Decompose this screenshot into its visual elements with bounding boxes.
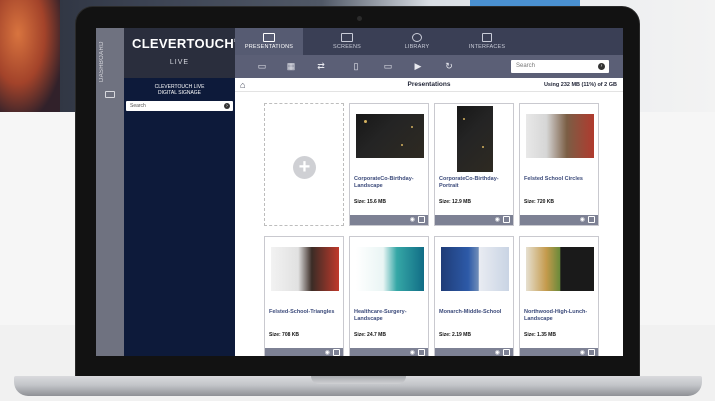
presentation-size: Size: 708 KB <box>269 332 300 338</box>
interfaces-icon <box>482 33 492 42</box>
preview-icon[interactable]: ◉ <box>410 217 415 223</box>
presentation-name[interactable]: Healthcare-Surgery-Landscape <box>354 309 428 322</box>
presentation-card[interactable]: Felsted-School-Triangles Size: 708 KB ◉ <box>264 236 344 356</box>
video-icon[interactable]: ▶ <box>413 62 423 71</box>
presentation-card[interactable]: Northwood-High-Lunch-Landscape Size: 1.3… <box>519 236 599 356</box>
presentation-card[interactable]: CorporateCo-Birthday-Landscape Size: 15.… <box>349 103 429 226</box>
edit-icon[interactable] <box>588 216 595 223</box>
tab-label: LIBRARY <box>404 44 430 50</box>
toolbar: ▭ ▦ ⇄ ▯ ▭ ▶ ↻ Search › <box>235 55 623 78</box>
presentation-thumbnail <box>356 247 424 291</box>
main-content: ⌂ Presentations Using 232 MB (11%) of 2 … <box>235 78 623 356</box>
card-footer: ◉ <box>350 215 428 225</box>
preview-icon[interactable]: ◉ <box>580 350 585 356</box>
webcam-icon <box>357 16 362 21</box>
preview-icon[interactable]: ◉ <box>495 350 500 356</box>
app-screen: DASHBOARD CLEVERTOUCH® LIVE CLEVERTOUCH … <box>96 28 623 356</box>
tab-presentations[interactable]: PRESENTATIONS <box>235 28 303 55</box>
presentation-name[interactable]: CorporateCo-Birthday-Landscape <box>354 176 428 189</box>
brand-logo: CLEVERTOUCH® <box>132 36 239 51</box>
edit-icon[interactable] <box>418 216 425 223</box>
sidebar-search-placeholder: Search <box>130 103 146 109</box>
card-footer: ◉ <box>520 215 598 225</box>
edit-icon[interactable] <box>503 349 510 356</box>
card-footer: ◉ <box>265 348 343 356</box>
presentation-card[interactable]: Healthcare-Surgery-Landscape Size: 24.7 … <box>349 236 429 356</box>
library-icon <box>412 33 422 42</box>
preview-icon[interactable]: ◉ <box>325 350 330 356</box>
card-footer: ◉ <box>435 215 513 225</box>
monitor-icon[interactable] <box>105 91 115 98</box>
monitor-icon <box>341 33 353 42</box>
brand-block: CLEVERTOUCH® LIVE <box>124 28 238 78</box>
top-nav: PRESENTATIONS SCREENS LIBRARY INTERFACES <box>235 28 623 55</box>
preview-icon[interactable]: ◉ <box>495 217 500 223</box>
calendar-icon[interactable]: ▦ <box>286 62 296 71</box>
edit-icon[interactable] <box>333 349 340 356</box>
presentation-thumbnail <box>457 106 493 172</box>
presentation-thumbnail <box>441 247 509 291</box>
presentations-grid: + CorporateCo-Birthday-Landscape Size: 1… <box>235 78 623 356</box>
brand-sub: LIVE <box>169 59 190 66</box>
toolbar-search-placeholder: Search <box>516 63 536 69</box>
edit-icon[interactable] <box>503 216 510 223</box>
tab-label: INTERFACES <box>468 44 506 50</box>
tab-screens[interactable]: SCREENS <box>313 28 381 55</box>
background-person <box>0 0 60 112</box>
edit-icon[interactable] <box>588 349 595 356</box>
presentation-size: Size: 720 KB <box>524 199 555 205</box>
add-presentation-button[interactable]: + <box>264 103 344 226</box>
card-footer: ◉ <box>520 348 598 356</box>
search-go-icon[interactable]: › <box>224 103 230 109</box>
mobile-icon[interactable]: ▯ <box>351 62 361 71</box>
search-go-icon[interactable]: › <box>598 63 605 70</box>
presentation-card[interactable]: Monarch-Middle-School Size: 2.19 MB ◉ <box>434 236 514 356</box>
presentation-size: Size: 1.35 MB <box>524 332 556 338</box>
presentation-name[interactable]: Northwood-High-Lunch-Landscape <box>524 309 598 322</box>
edit-icon[interactable] <box>418 349 425 356</box>
card-footer: ◉ <box>350 348 428 356</box>
slides-icon[interactable]: ▭ <box>257 62 267 71</box>
presentation-size: Size: 2.19 MB <box>439 332 471 338</box>
presentation-card[interactable]: CorporateCo-Birthday-Portrait Size: 12.9… <box>434 103 514 226</box>
presentation-thumbnail <box>526 247 594 291</box>
presentation-thumbnail <box>356 114 424 158</box>
presentation-name[interactable]: Felsted School Circles <box>524 176 598 183</box>
refresh-icon[interactable]: ↻ <box>444 62 454 71</box>
dashboard-tab[interactable]: DASHBOARD <box>99 36 121 88</box>
card-footer: ◉ <box>435 348 513 356</box>
presentation-thumbnail <box>526 114 594 158</box>
share-icon[interactable]: ⇄ <box>316 62 326 71</box>
preview-icon[interactable]: ◉ <box>410 350 415 356</box>
sidebar-header-line2: DIGITAL SIGNAGE <box>157 90 202 96</box>
tab-library[interactable]: LIBRARY <box>383 28 451 55</box>
dashboard-rail: DASHBOARD <box>96 28 124 356</box>
sidebar-search-input[interactable]: Search › <box>126 101 233 111</box>
brand-name: CLEVERTOUCH <box>132 36 235 51</box>
sidebar: CLEVERTOUCH LIVE DIGITAL SIGNAGE Search … <box>124 78 235 356</box>
laptop-notch <box>311 376 406 384</box>
presentation-icon <box>263 33 275 42</box>
presentation-thumbnail <box>271 247 339 291</box>
presentation-name[interactable]: CorporateCo-Birthday-Portrait <box>439 176 513 189</box>
tab-label: SCREENS <box>333 44 361 50</box>
presentation-size: Size: 15.6 MB <box>354 199 386 205</box>
toolbar-search-input[interactable]: Search › <box>511 60 609 73</box>
presentation-size: Size: 12.9 MB <box>439 199 471 205</box>
presentation-size: Size: 24.7 MB <box>354 332 386 338</box>
tab-interfaces[interactable]: INTERFACES <box>453 28 521 55</box>
plus-icon: + <box>293 156 316 179</box>
sidebar-header: CLEVERTOUCH LIVE DIGITAL SIGNAGE <box>124 84 235 96</box>
preview-icon[interactable]: ◉ <box>580 217 585 223</box>
scene: DASHBOARD CLEVERTOUCH® LIVE CLEVERTOUCH … <box>0 0 715 401</box>
display-icon[interactable]: ▭ <box>383 62 393 71</box>
presentation-card[interactable]: Felsted School Circles Size: 720 KB ◉ <box>519 103 599 226</box>
presentation-name[interactable]: Monarch-Middle-School <box>439 309 513 316</box>
presentation-name[interactable]: Felsted-School-Triangles <box>269 309 343 316</box>
tab-label: PRESENTATIONS <box>244 44 294 50</box>
